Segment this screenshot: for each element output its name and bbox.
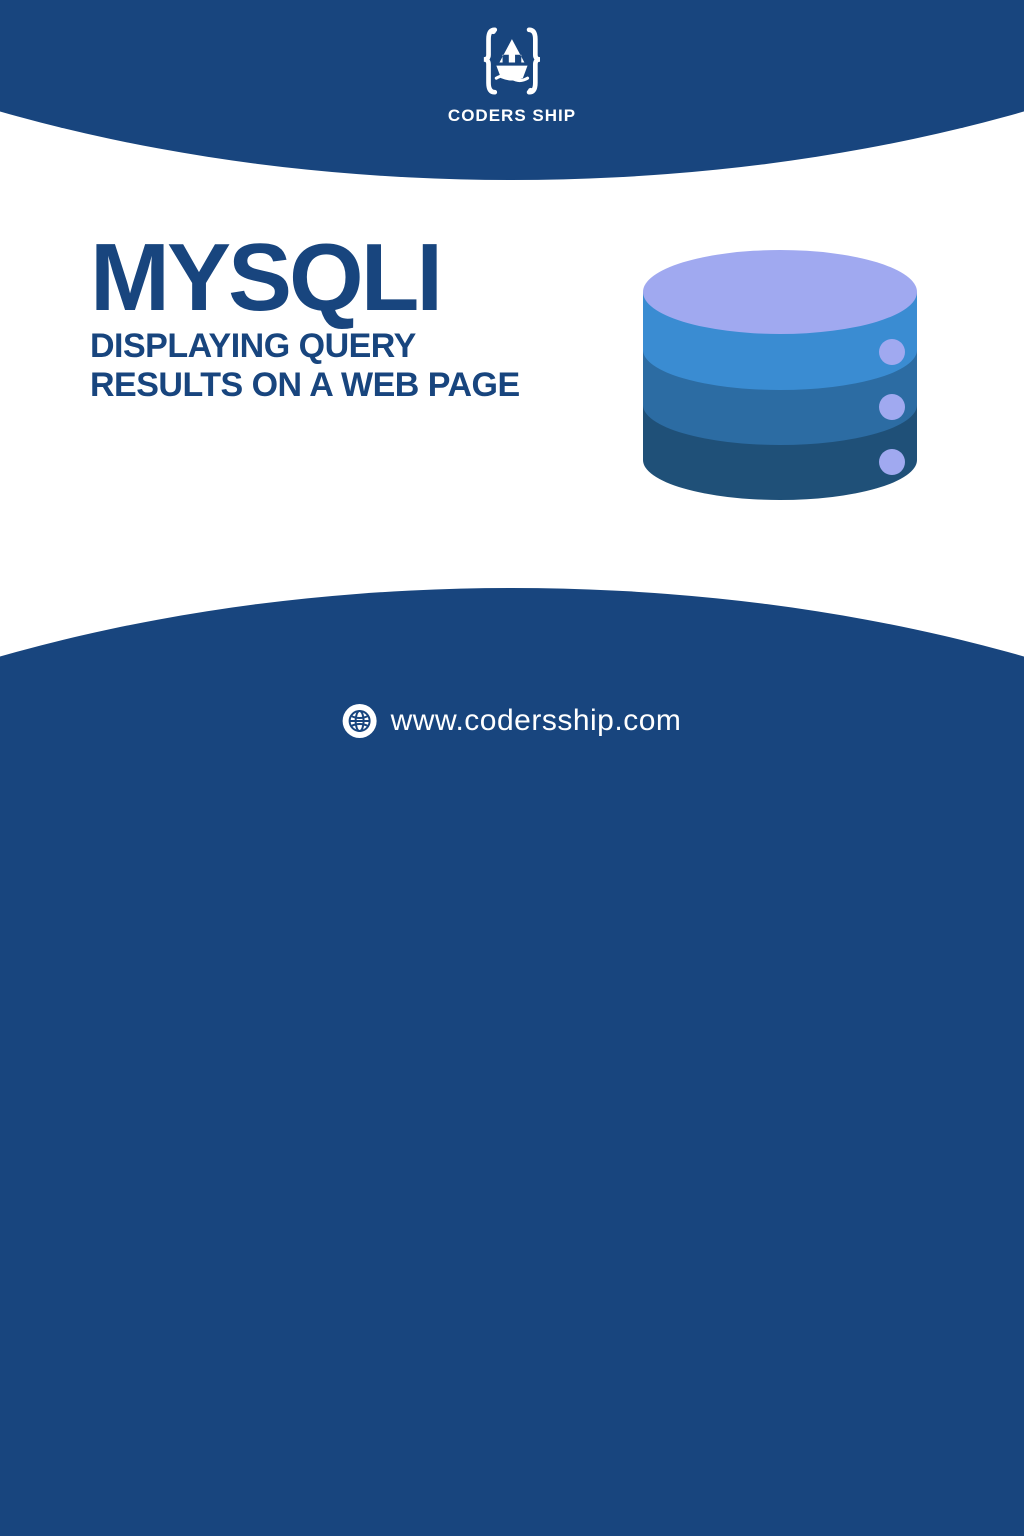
website-url: www.codersship.com [391,704,682,738]
page-subtitle: DISPLAYING QUERY RESULTS ON A WEB PAGE [90,327,570,405]
page-title: MYSQLI [90,232,570,323]
database-icon [625,230,935,540]
footer-url-row: www.codersship.com [343,704,682,738]
main-content: MYSQLI DISPLAYING QUERY RESULTS ON A WEB… [90,232,570,405]
brand-logo-block: CODERS SHIP [448,22,576,126]
brand-name: CODERS SHIP [448,106,576,126]
globe-icon [343,704,377,738]
ship-logo-icon [472,22,552,100]
